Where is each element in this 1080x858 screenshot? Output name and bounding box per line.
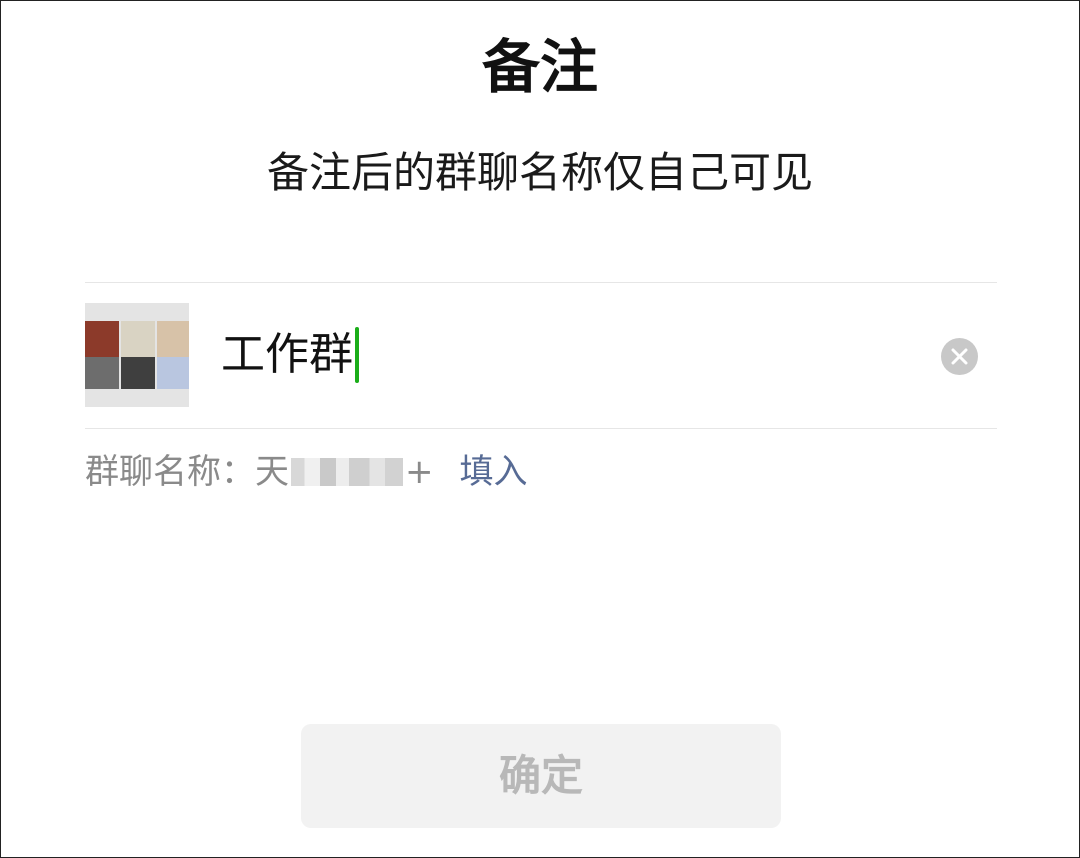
group-name-label: 群聊名称：: [85, 452, 255, 492]
text-caret: [355, 327, 359, 383]
clear-x-icon: [951, 348, 968, 365]
group-name-suffix: +: [405, 452, 434, 492]
group-name-prefix: 天: [255, 452, 289, 492]
group-name-hint: 群聊名称： 天 + 填入: [85, 449, 528, 495]
remark-name-value[interactable]: 工作群: [221, 323, 353, 387]
input-bottom-divider: [85, 428, 997, 429]
remark-name-input[interactable]: 工作群: [221, 323, 359, 387]
remark-dialog: 备注 备注后的群聊名称仅自己可见 工作群 群聊名称： 天 + 填入 确定: [0, 0, 1080, 858]
blurred-group-name: [291, 458, 403, 486]
input-top-divider: [85, 282, 997, 283]
dialog-title: 备注: [481, 33, 598, 101]
clear-input-button[interactable]: [941, 338, 978, 375]
fill-in-link[interactable]: 填入: [460, 449, 528, 495]
confirm-button[interactable]: 确定: [301, 724, 781, 828]
dialog-subtitle: 备注后的群聊名称仅自己可见: [266, 148, 813, 197]
group-avatar: [85, 303, 189, 407]
